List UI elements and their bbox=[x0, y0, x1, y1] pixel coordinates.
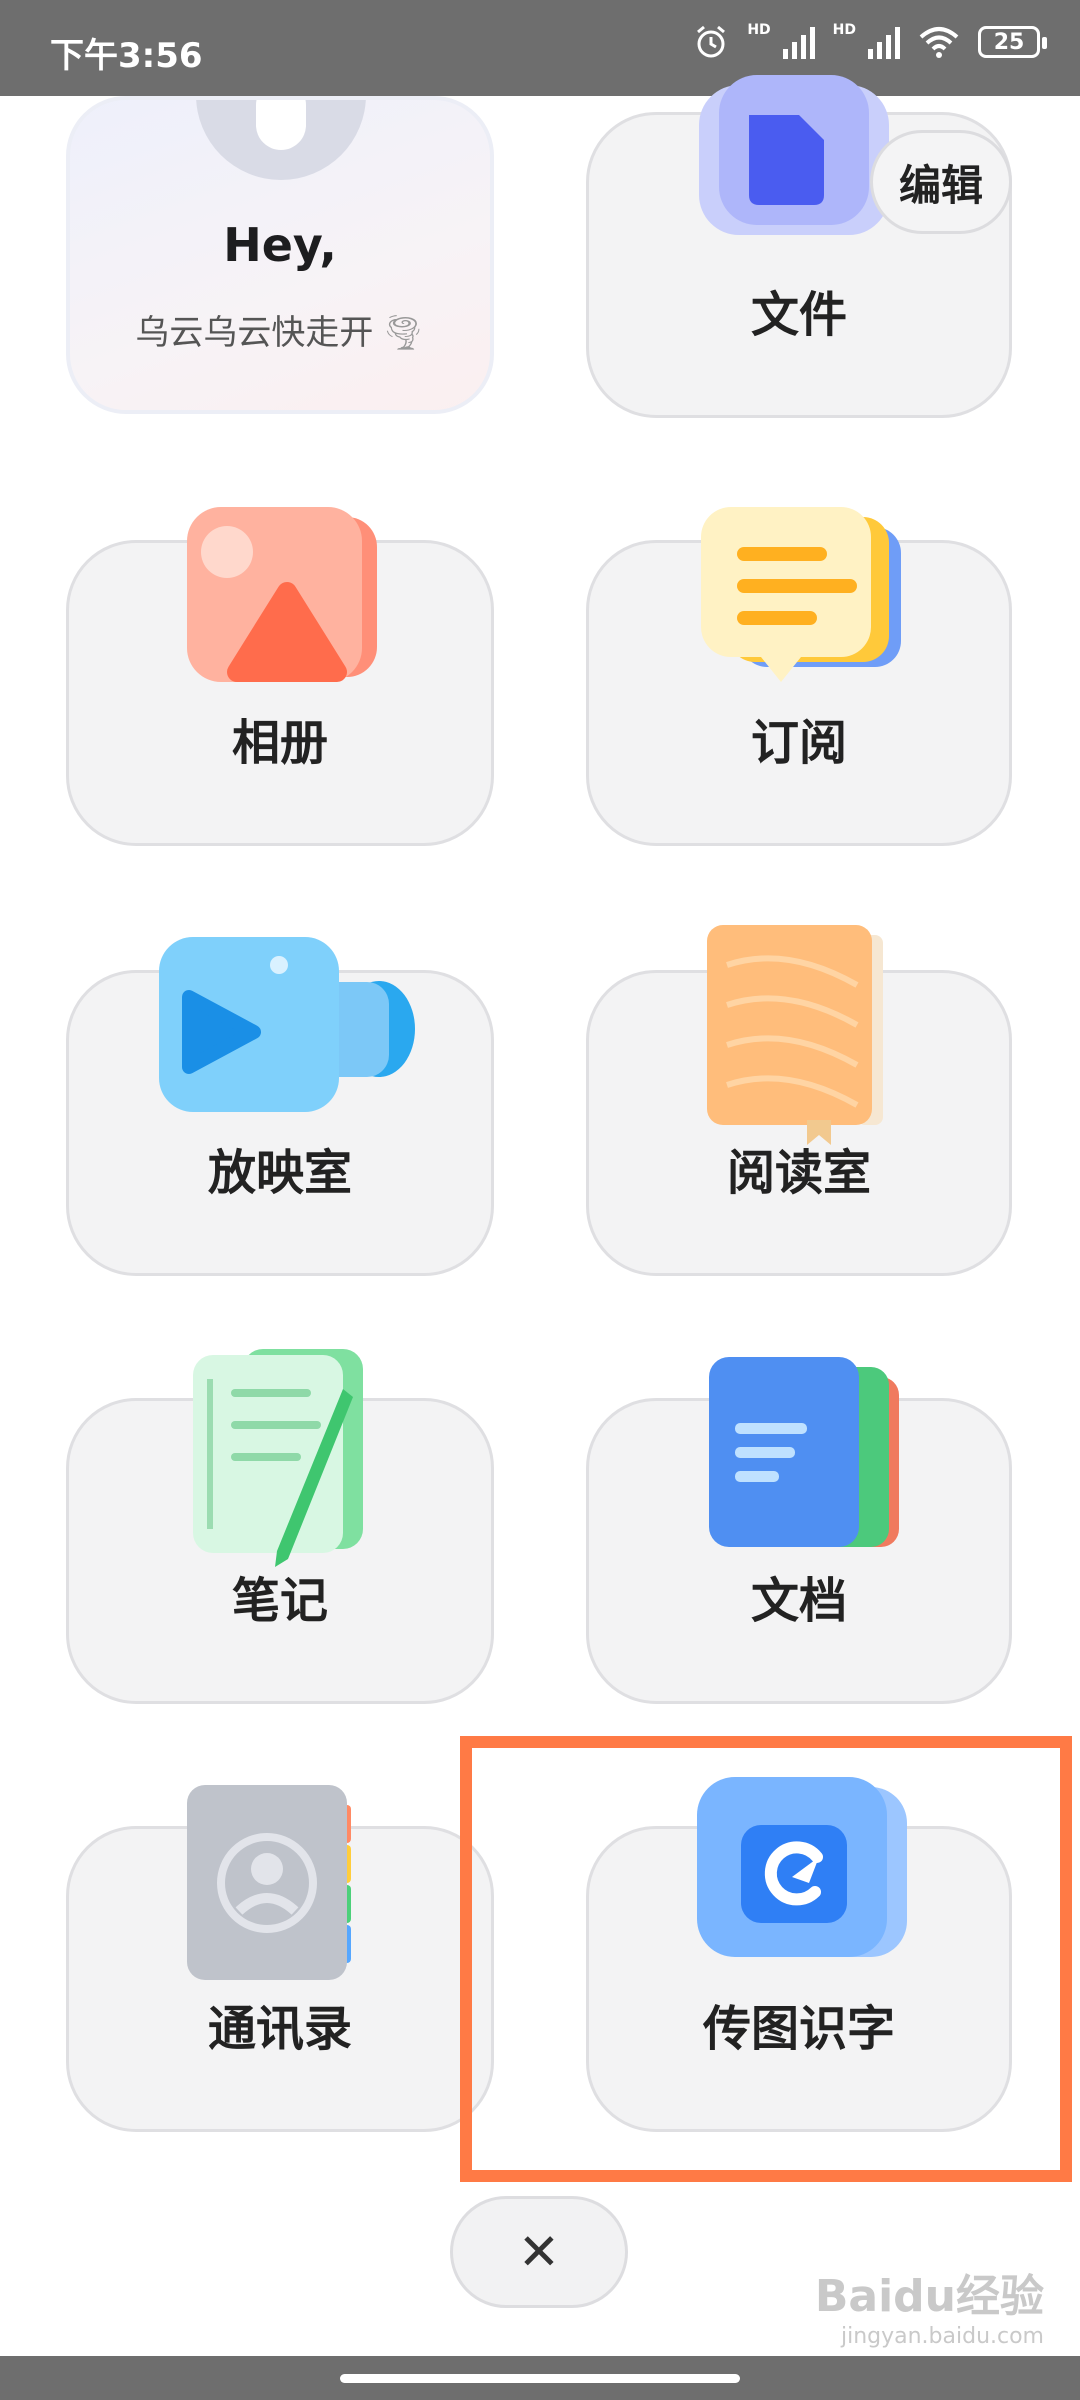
app-label: 放映室 bbox=[207, 1145, 352, 1201]
app-card-notes[interactable]: 笔记 bbox=[66, 1349, 494, 1704]
app-label: 笔记 bbox=[231, 1573, 328, 1629]
greeting: Hey, bbox=[223, 218, 337, 272]
file-folder-icon bbox=[699, 75, 889, 235]
app-label: 阅读室 bbox=[726, 1145, 871, 1201]
subtitle-text: 乌云乌云快走开 bbox=[135, 313, 374, 353]
status-bar: 下午3:56 HD HD 25 bbox=[0, 0, 1080, 96]
status-icons: HD HD 25 bbox=[693, 22, 1047, 60]
edit-button[interactable]: 编辑 bbox=[870, 130, 1012, 234]
hd-label-2: HD bbox=[832, 22, 856, 38]
app-label: 文件 bbox=[750, 287, 847, 343]
ocr-icon bbox=[697, 1777, 907, 1957]
app-card-album[interactable]: 相册 bbox=[66, 507, 494, 846]
wifi-icon bbox=[919, 27, 959, 58]
signal-icon-2 bbox=[868, 25, 900, 59]
photo-album-icon bbox=[187, 507, 377, 682]
watermark: Baidu经验 jingyan.baidu.com bbox=[815, 2260, 1044, 2349]
watermark-url: jingyan.baidu.com bbox=[840, 2324, 1044, 2349]
app-label: 传图识字 bbox=[702, 2001, 895, 2057]
contacts-icon bbox=[187, 1785, 351, 1980]
app-card-contacts[interactable]: 通讯录 bbox=[66, 1785, 494, 2132]
navigation-bar bbox=[0, 2356, 1080, 2400]
app-card-documents[interactable]: 文档 bbox=[586, 1357, 1012, 1704]
hd-label-1: HD bbox=[747, 22, 771, 38]
battery-indicator: 25 bbox=[978, 26, 1047, 58]
alarm-icon bbox=[697, 25, 726, 58]
video-camera-icon bbox=[159, 937, 415, 1112]
status-time: 下午3:56 bbox=[50, 36, 203, 76]
avatar bbox=[196, 100, 366, 180]
watermark-brand: Baidu经验 bbox=[814, 2271, 1044, 2322]
tornado-icon: 🌪 bbox=[381, 313, 425, 353]
app-card-ocr[interactable]: 传图识字 bbox=[586, 1777, 1012, 2132]
notes-icon bbox=[193, 1349, 363, 1567]
close-button[interactable]: ✕ bbox=[450, 2196, 628, 2308]
book-icon bbox=[707, 925, 883, 1145]
subscription-icon bbox=[701, 507, 901, 682]
app-card-subscription[interactable]: 订阅 bbox=[586, 507, 1012, 846]
home-gesture-bar[interactable] bbox=[340, 2374, 740, 2383]
app-label: 相册 bbox=[231, 715, 328, 771]
app-label: 订阅 bbox=[750, 715, 847, 771]
profile-subtitle: 乌云乌云快走开 🌪 bbox=[70, 305, 490, 354]
close-icon: ✕ bbox=[518, 2223, 560, 2281]
app-card-reading-room[interactable]: 阅读室 bbox=[586, 925, 1012, 1276]
battery-level: 25 bbox=[993, 29, 1025, 55]
app-card-cinema[interactable]: 放映室 bbox=[66, 937, 494, 1276]
profile-card[interactable]: Hey, 乌云乌云快走开 🌪 bbox=[66, 96, 494, 414]
signal-icon-1 bbox=[782, 25, 815, 59]
document-icon bbox=[709, 1357, 899, 1547]
app-label: 文档 bbox=[750, 1573, 847, 1629]
app-label: 通讯录 bbox=[207, 2001, 352, 2057]
